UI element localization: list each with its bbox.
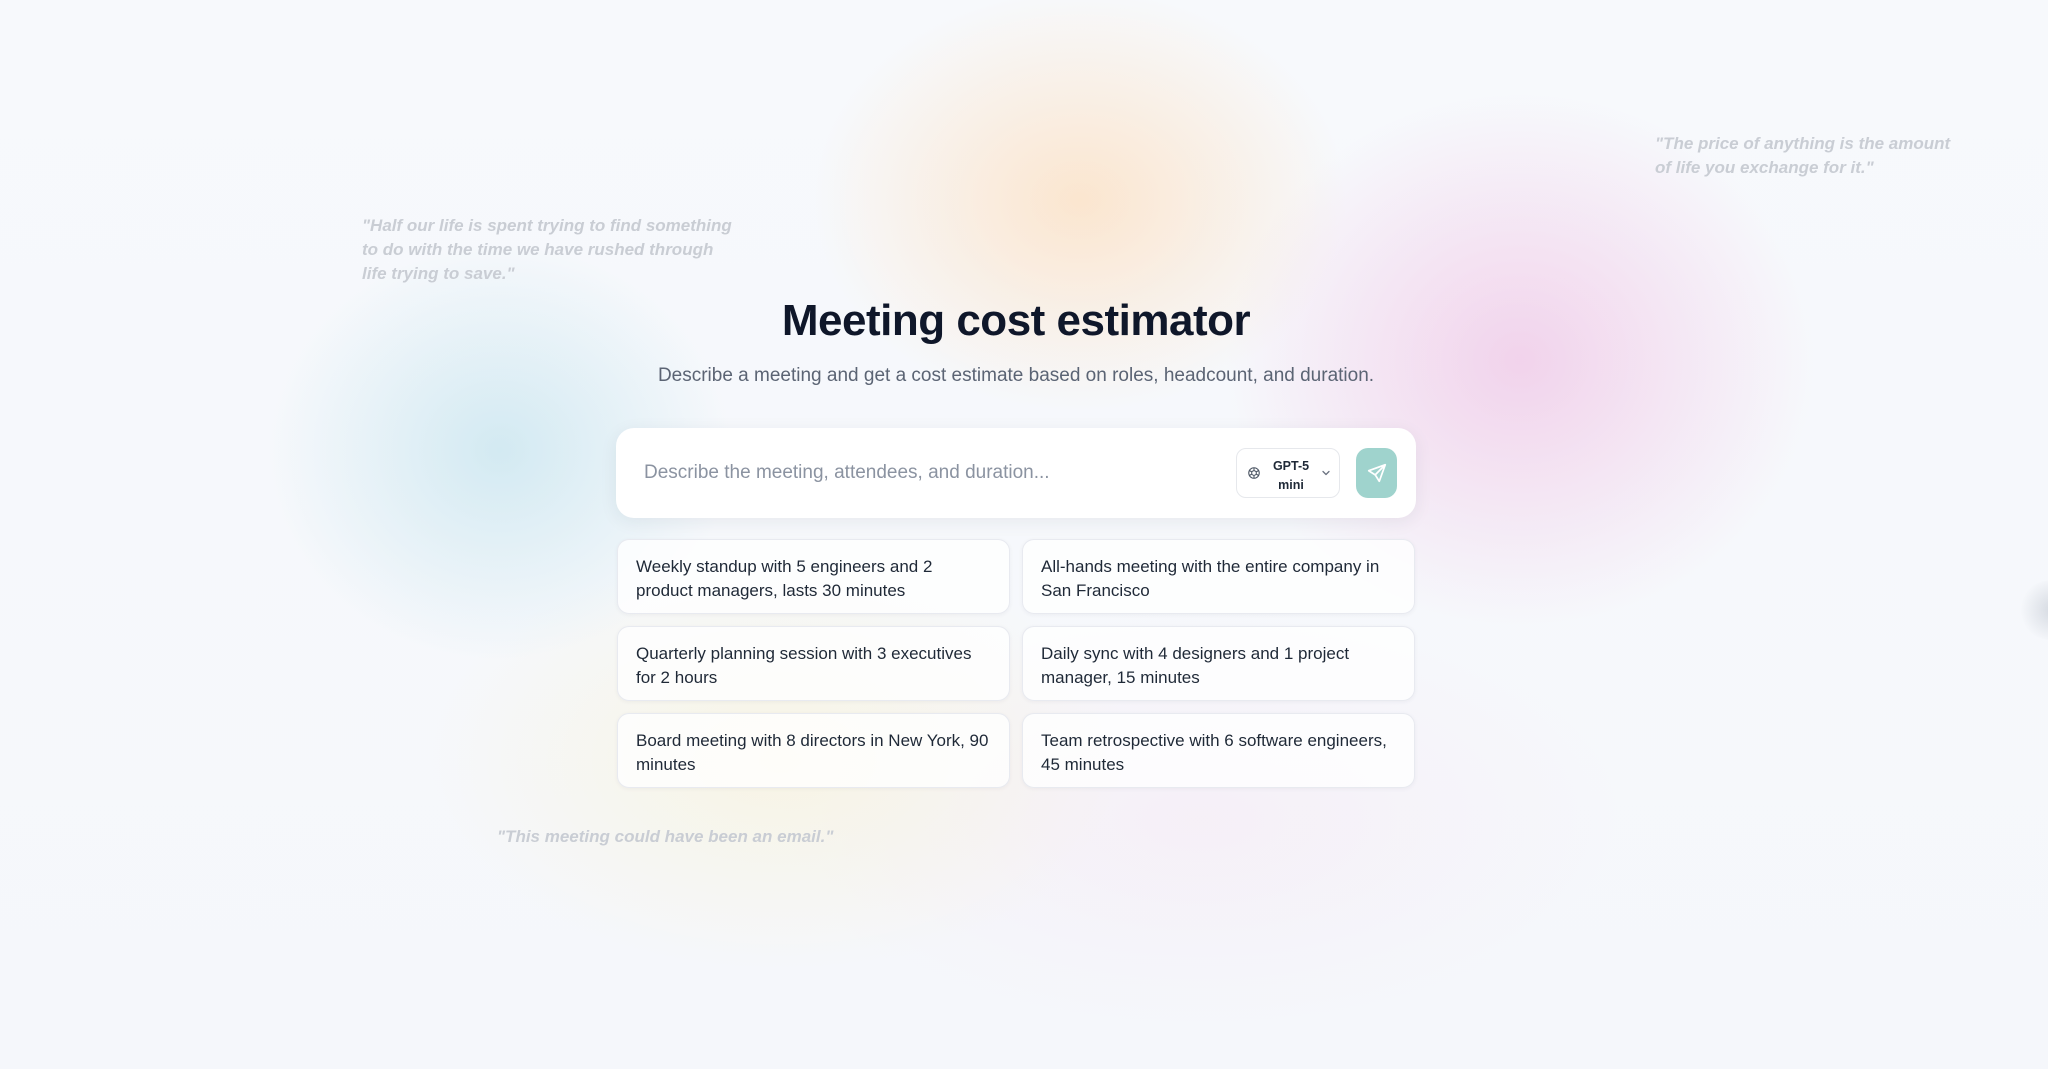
page-title: Meeting cost estimator: [781, 296, 1251, 345]
quote-time: "Half our life is spent trying to find s…: [362, 216, 732, 283]
chevron-down-icon: [1322, 470, 1330, 476]
model-selector-label: GPT-5 mini: [1272, 459, 1310, 492]
suggestion-grid: Weekly standup with 5 engineers and 2 pr…: [617, 539, 1415, 788]
suggestion-chip[interactable]: Weekly standup with 5 engineers and 2 pr…: [617, 539, 1010, 614]
suggestion-chip[interactable]: All-hands meeting with the entire compan…: [1022, 539, 1415, 614]
openai-icon: [1248, 467, 1260, 479]
send-button[interactable]: [1356, 448, 1397, 498]
quote-email: "This meeting could have been an email.": [497, 827, 834, 846]
quote-price: "The price of anything is the amount of …: [1655, 134, 1951, 177]
page-subtitle: Describe a meeting and get a cost estima…: [657, 365, 1375, 386]
meeting-description-input[interactable]: [644, 458, 1224, 488]
model-selector[interactable]: GPT-5 mini: [1236, 448, 1340, 498]
suggestion-chip[interactable]: Daily sync with 4 designers and 1 projec…: [1022, 626, 1415, 701]
send-icon: [1367, 463, 1387, 483]
suggestion-chip[interactable]: Team retrospective with 6 software engin…: [1022, 713, 1415, 788]
suggestion-chip[interactable]: Board meeting with 8 directors in New Yo…: [617, 713, 1010, 788]
suggestion-chip[interactable]: Quarterly planning session with 3 execut…: [617, 626, 1010, 701]
prompt-box: GPT-5 mini: [616, 428, 1416, 518]
